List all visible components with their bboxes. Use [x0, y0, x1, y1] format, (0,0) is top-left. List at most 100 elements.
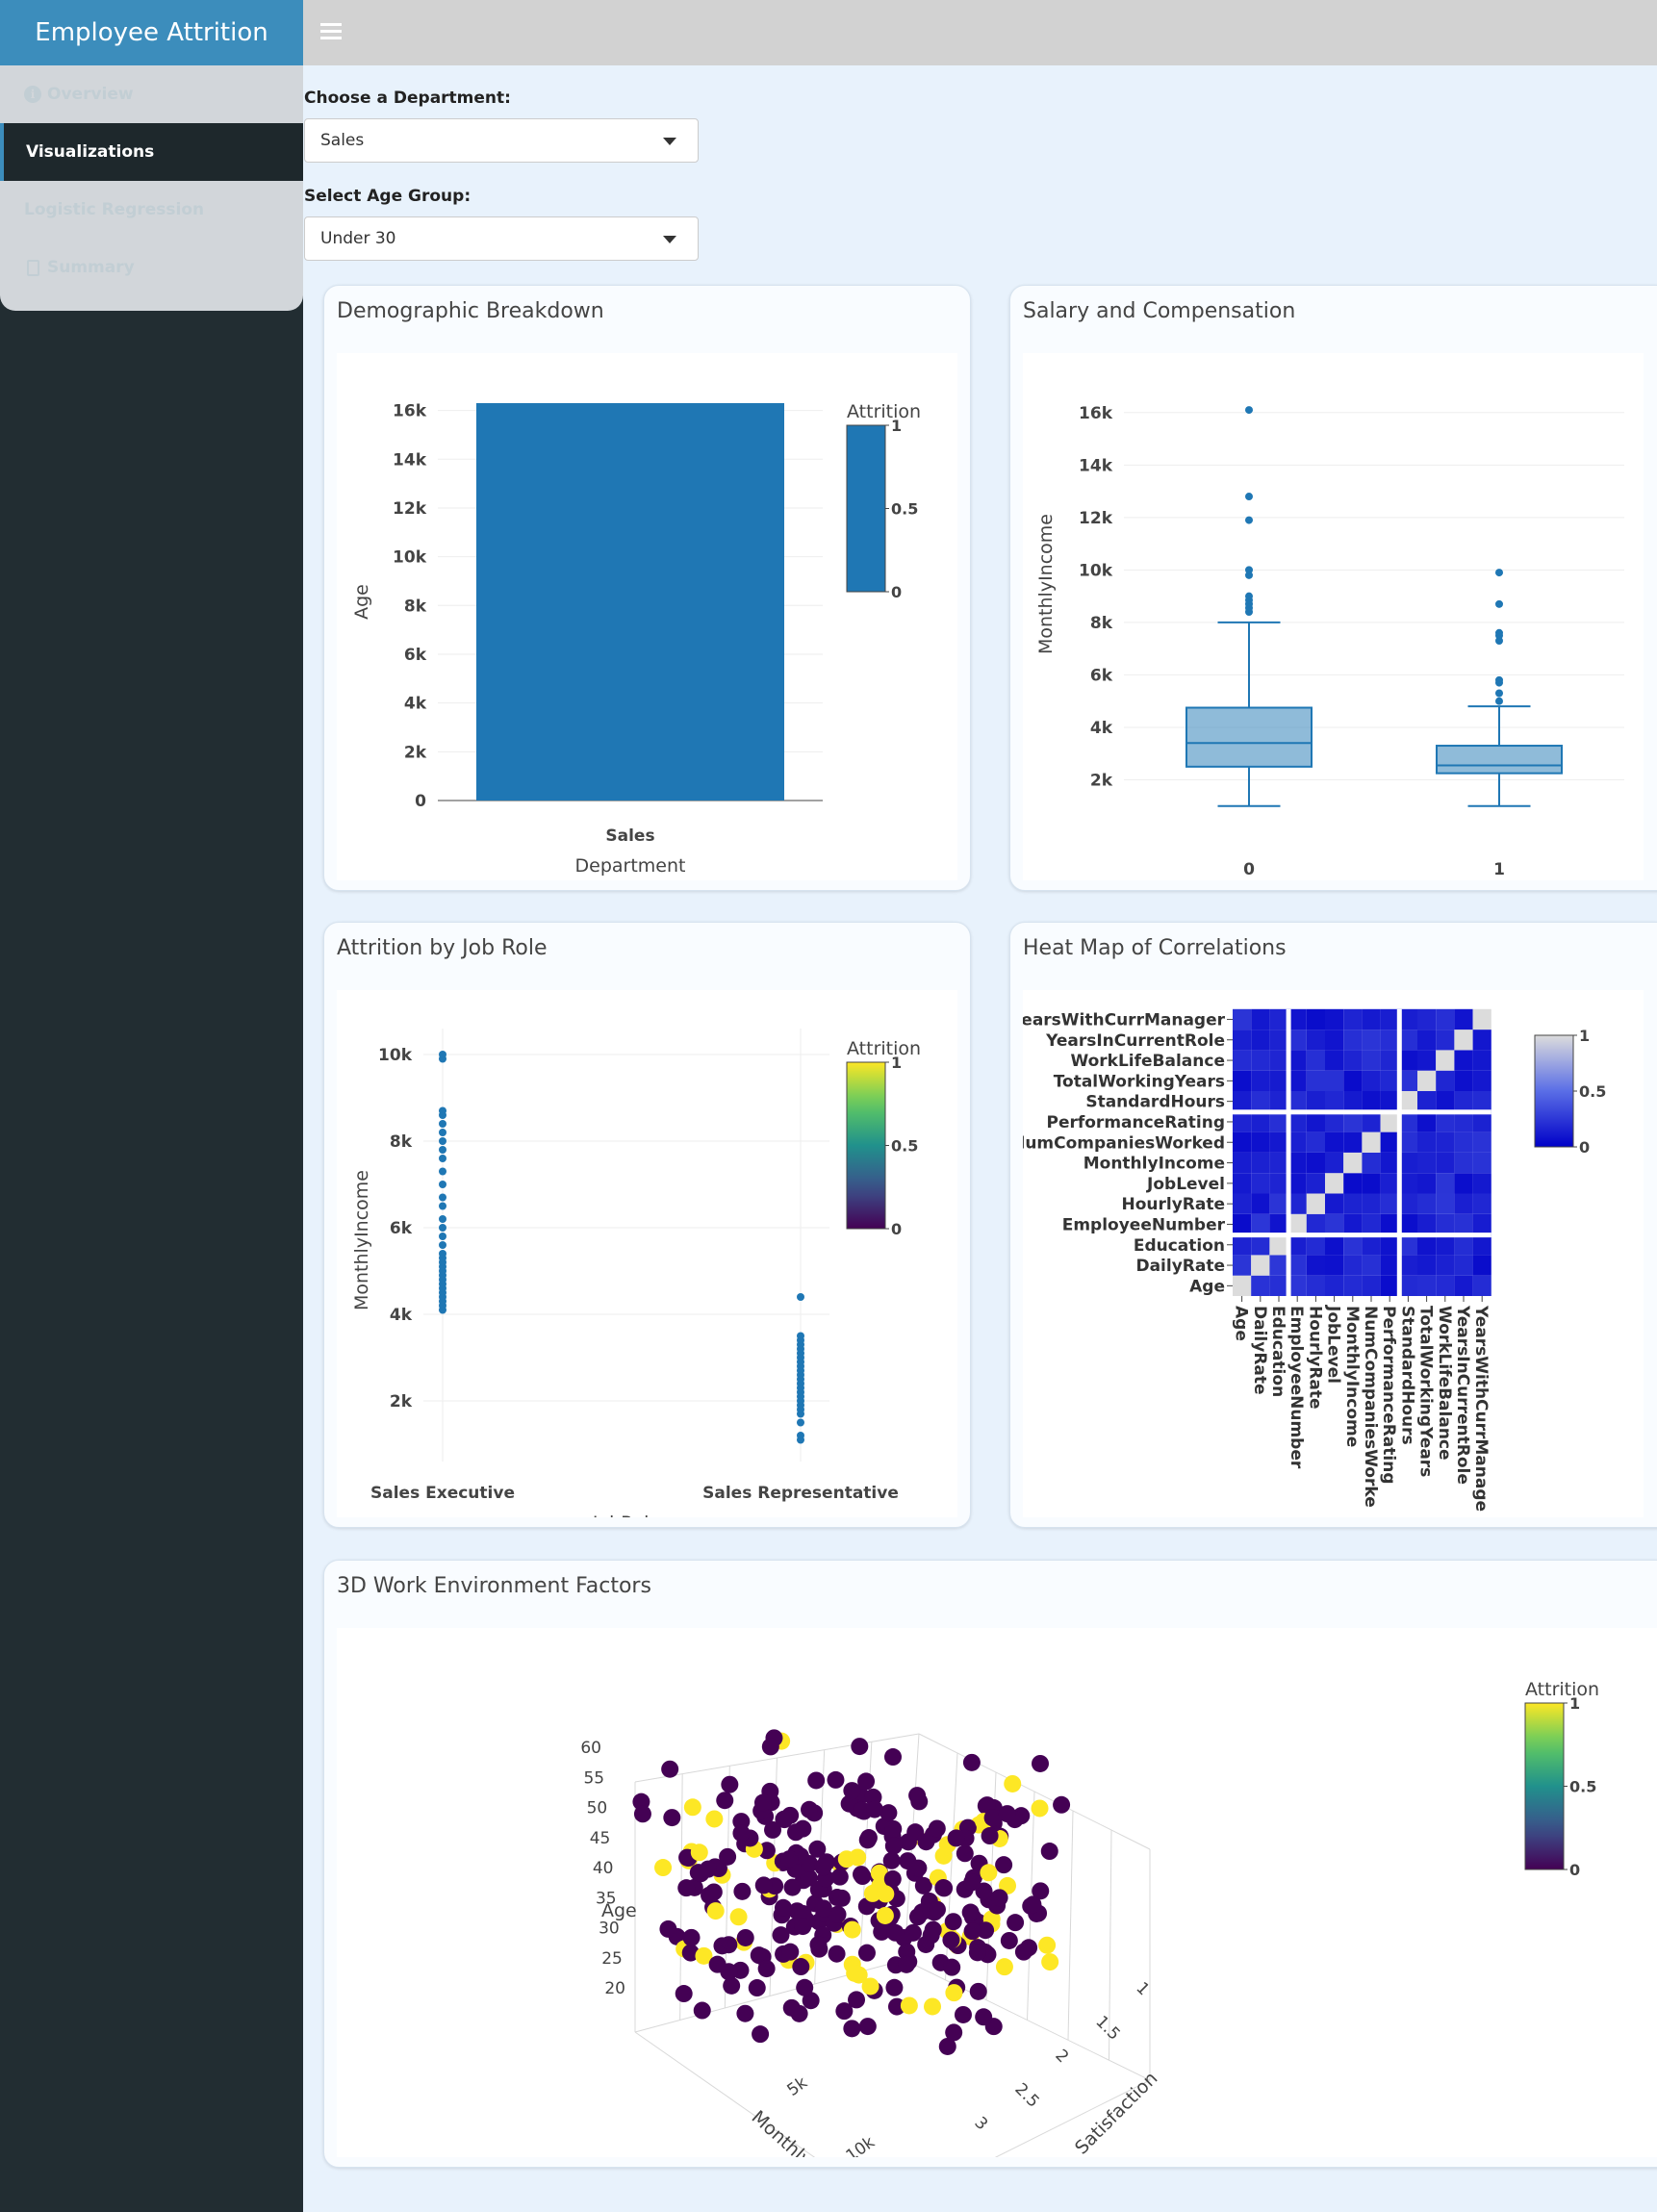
- heatmap-cell: [1269, 1255, 1288, 1276]
- demographic-bar-chart[interactable]: 0 2k 4k 6k 8k 10k 12k 14k 16k Sales Department Age A…: [337, 353, 957, 880]
- scatter3d-point: [782, 1998, 801, 2017]
- scatter3d-point: [963, 1873, 981, 1892]
- scatter3d-point: [828, 1945, 846, 1963]
- salary-box-plot[interactable]: 2k4k6k8k10k12k14k16k01AttritionMonthlyIn…: [1023, 353, 1644, 910]
- z-tick-label: 50: [587, 1799, 608, 1818]
- heatmap-cell: [1380, 1070, 1399, 1091]
- x-tick-label: MonthlyIncome: [1342, 1306, 1362, 1447]
- scatter3d-point: [968, 1944, 986, 1962]
- heatmap-cell: [1343, 1008, 1363, 1030]
- x-tick-label: TotalWorkingYears: [1416, 1306, 1436, 1477]
- work-environment-3d-scatter[interactable]: 202530354045505560Age5k10k15kMonthlyInc1…: [337, 1628, 1657, 2212]
- heatmap-cell: [1343, 1193, 1363, 1214]
- scatter3d-point: [854, 1868, 872, 1886]
- sidebar-item-logistic-regression[interactable]: Logistic Regression: [0, 181, 303, 239]
- attrition-legend-tick-label: 0.5: [891, 500, 918, 519]
- axis-frame-line: [634, 2031, 891, 2211]
- y-tick-label: 1.5: [1091, 2012, 1123, 2044]
- file-icon: [24, 259, 41, 276]
- heatmap-cell: [1380, 1234, 1399, 1256]
- scatter3d-point: [843, 2020, 861, 2038]
- x-tick-label: Sales Representative: [702, 1484, 899, 1503]
- heatmap-cell: [1436, 1173, 1455, 1194]
- scatter3d-point: [904, 1923, 922, 1942]
- scatter3d-point: [633, 1805, 651, 1823]
- heatmap-cell: [1472, 1131, 1491, 1153]
- heatmap-cell: [1343, 1213, 1363, 1235]
- sidebar-item-label: Logistic Regression: [24, 200, 205, 219]
- heatmap-cell: [1380, 1030, 1399, 1051]
- sidebar-item-overview[interactable]: i Overview: [0, 65, 303, 123]
- heatmap-cell: [1380, 1152, 1399, 1174]
- department-select-value: Sales: [320, 131, 365, 150]
- scatter3d-point: [729, 1908, 748, 1926]
- scatter3d-point: [961, 1903, 980, 1921]
- scatter3d-point: [721, 1775, 739, 1793]
- attrition-legend-tick-label: 0: [891, 583, 902, 601]
- scatter3d-point: [934, 1846, 953, 1865]
- scatter3d-point: [752, 2025, 770, 2044]
- outlier-point: [1245, 516, 1253, 524]
- y-tick-label: DailyRate: [1135, 1257, 1225, 1276]
- heatmap-cell: [1269, 1173, 1288, 1194]
- outlier-point: [1495, 689, 1503, 698]
- sidebar-item-visualizations[interactable]: Visualizations: [0, 123, 303, 181]
- scatter3d-point: [969, 1982, 987, 2000]
- heatmap-cell: [1325, 1275, 1344, 1296]
- heatmap-cell: [1325, 1152, 1344, 1174]
- department-select[interactable]: Sales: [304, 118, 699, 163]
- heatmap-cell: [1362, 1131, 1381, 1153]
- scatter3d-point: [924, 1997, 942, 2016]
- heatmap-cell: [1417, 1234, 1437, 1256]
- scatter3d-point: [963, 1922, 981, 1941]
- heatmap-cell: [1251, 1050, 1270, 1071]
- y-tick-label: 4k: [1090, 719, 1113, 738]
- heatmap-cell: [1269, 1091, 1288, 1112]
- scatter3d-point: [843, 1782, 861, 1800]
- heatmap-cell: [1306, 1213, 1325, 1235]
- correlation-heatmap[interactable]: AgeDailyRateEducationEmployeeNumberHourl…: [1020, 990, 1644, 1517]
- panel-title: Salary and Compensation: [1023, 299, 1296, 323]
- scatter3d-point: [654, 1859, 673, 1877]
- scatter-point: [439, 1224, 446, 1232]
- attrition-legend-bar: [846, 1061, 886, 1230]
- heatmap-cell: [1325, 1070, 1344, 1091]
- scatter-point: [439, 1215, 446, 1223]
- scatter-point: [439, 1051, 446, 1058]
- x-tick-label: 10k: [843, 2133, 879, 2157]
- scatter3d-point: [857, 1772, 876, 1791]
- z-tick-label: 60: [580, 1739, 601, 1758]
- heatmap-cell: [1417, 1111, 1437, 1132]
- heatmap-cell: [1380, 1193, 1399, 1214]
- x-tick-label: EmployeeNumber: [1287, 1306, 1306, 1469]
- heatmap-cell: [1325, 1234, 1344, 1256]
- scatter3d-point: [732, 1824, 751, 1843]
- scatter3d-point: [858, 2018, 877, 2036]
- age-group-select[interactable]: Under 30: [304, 216, 699, 261]
- scatter3d-point: [663, 1809, 681, 1827]
- y-axis-title: Age: [351, 584, 372, 620]
- attrition-legend-tick-label: 1: [891, 1054, 902, 1072]
- app-logo[interactable]: Employee Attrition: [0, 0, 303, 65]
- x-tick-label: Sales Executive: [370, 1484, 515, 1503]
- scatter3d-point: [859, 1829, 878, 1847]
- scatter3d-point: [787, 1823, 805, 1842]
- scatter-point: [439, 1129, 446, 1136]
- heatmap-cell: [1380, 1131, 1399, 1153]
- heatmap-cell: [1325, 1131, 1344, 1153]
- scatter3d-point: [886, 1923, 905, 1942]
- scatter3d-point: [814, 1899, 832, 1918]
- heatmap-cell: [1251, 1234, 1270, 1256]
- scatter3d-point: [761, 1738, 779, 1756]
- heatmap-cell: [1417, 1091, 1437, 1112]
- scatter-point: [439, 1202, 446, 1210]
- job-role-scatter-plot[interactable]: 2k 4k 6k 8k 10k Sales Executive Sales Represen…: [337, 990, 957, 1534]
- heatmap-cell: [1436, 1193, 1455, 1214]
- heatmap-cell: [1269, 1008, 1288, 1030]
- scatter3d-point: [1007, 1914, 1025, 1932]
- sidebar-item-summary[interactable]: Summary: [0, 239, 303, 296]
- sidebar-toggle-icon[interactable]: [320, 19, 342, 44]
- heatmap-cell: [1325, 1193, 1344, 1214]
- heatmap-cell: [1251, 1255, 1270, 1276]
- attrition-legend-tick-label: 0.5: [1569, 1778, 1596, 1796]
